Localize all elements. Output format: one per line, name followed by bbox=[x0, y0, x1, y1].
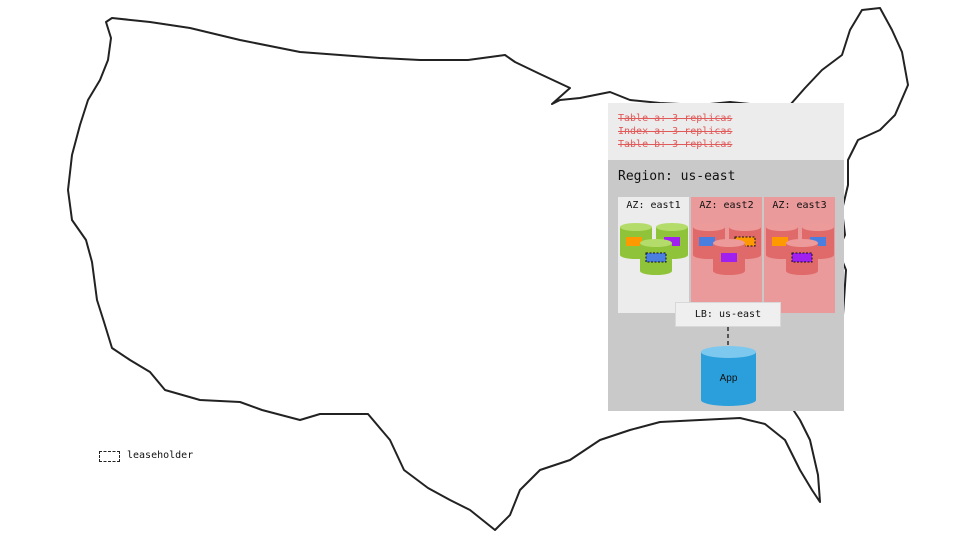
note-index-a: Index a: 3 replicas bbox=[618, 126, 733, 137]
region-box: Region: us-east AZ: east1 AZ: east2 AZ: … bbox=[608, 160, 844, 411]
leaseholder-legend-swatch bbox=[99, 451, 120, 462]
app-node: App bbox=[700, 345, 757, 407]
load-balancer: LB: us-east bbox=[675, 302, 781, 327]
replica-notes-panel: Table a: 3 replicas Index a: 3 replicas … bbox=[608, 103, 844, 160]
leaseholder-legend-label: leaseholder bbox=[127, 450, 194, 461]
note-table-a: Table a: 3 replicas bbox=[618, 113, 733, 124]
note-table-b: Table b: 3 replicas bbox=[618, 139, 733, 150]
app-label: App bbox=[719, 373, 738, 384]
